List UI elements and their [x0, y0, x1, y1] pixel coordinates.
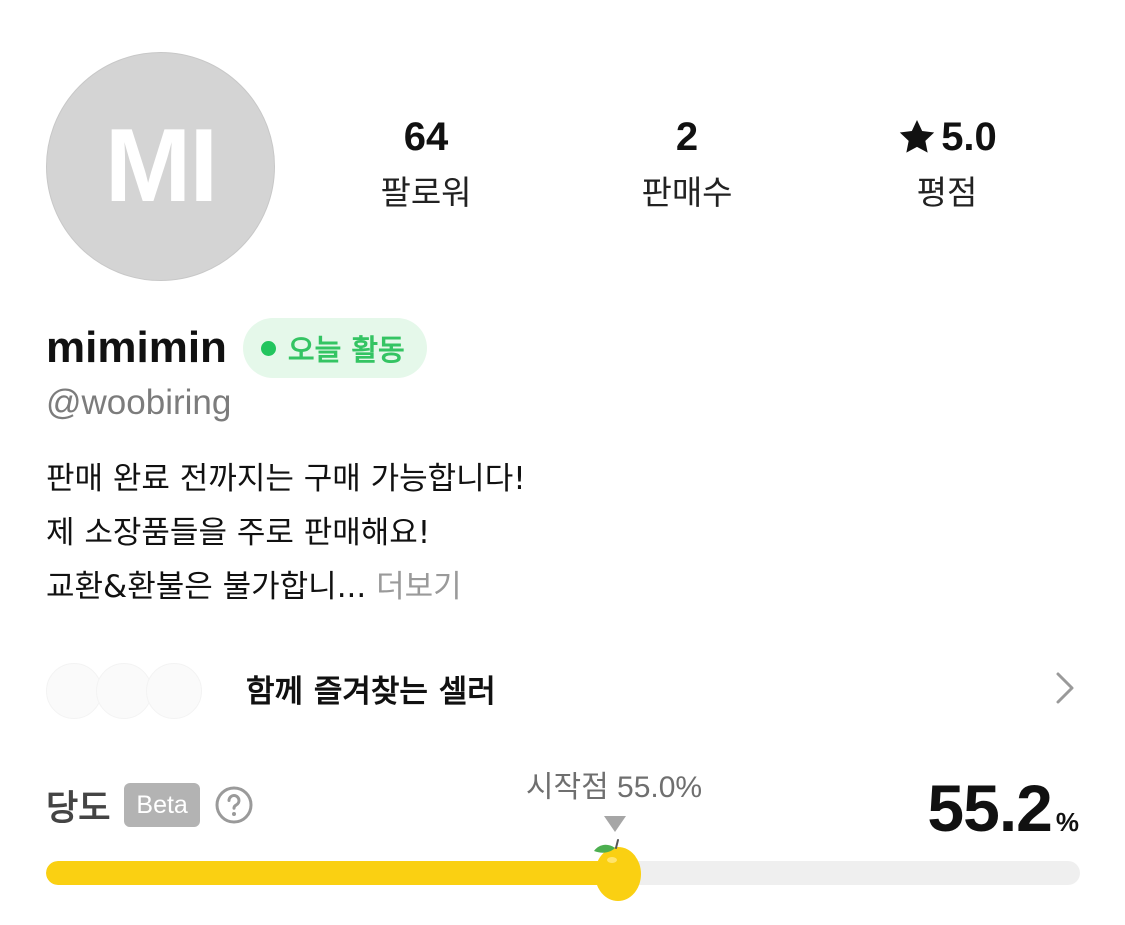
bio-line: 교환&환불은 불가합니... [46, 569, 367, 605]
seller-avatar [146, 663, 202, 719]
stat-followers[interactable]: 64 팔로워 [316, 112, 536, 214]
rating-label: 평점 [916, 173, 978, 212]
sugar-label-row: 당도 Beta [46, 780, 254, 830]
together-sellers-label: 함께 즐겨찾는 셀러 [246, 673, 496, 710]
followers-label: 팔로워 [380, 173, 472, 212]
followers-count: 64 [403, 115, 449, 159]
lemon-icon [593, 839, 641, 901]
active-today-badge: 오늘 활동 [242, 318, 427, 378]
avatar-initials: MI [104, 108, 219, 224]
sugar-unit: % [1055, 807, 1079, 837]
name-row: mimimin 오늘 활동 [46, 316, 427, 380]
beta-badge: Beta [124, 783, 200, 827]
rating-value: 5.0 [941, 115, 997, 159]
together-sellers-row[interactable]: 함께 즐겨찾는 셀러 [46, 648, 1080, 728]
chevron-right-icon [1056, 672, 1074, 704]
sugar-title: 당도 [46, 788, 111, 829]
bio: 판매 완료 전까지는 구매 가능합니다! 제 소장품들을 주로 판매해요! 교환… [46, 452, 526, 614]
active-badge-label: 오늘 활동 [287, 333, 405, 367]
stat-sales[interactable]: 2 판매수 [577, 112, 797, 214]
bio-more-link[interactable]: 더보기 [376, 569, 462, 605]
sugar-progress-fill [46, 861, 617, 885]
avatar[interactable]: MI [46, 52, 275, 281]
sugar-number: 55.2 [927, 771, 1052, 845]
sales-label: 판매수 [641, 173, 733, 212]
seller-avatars [46, 653, 216, 723]
username: mimimin [46, 323, 227, 372]
seller-avatar [46, 663, 102, 719]
beta-label: Beta [136, 790, 188, 819]
bio-line: 판매 완료 전까지는 구매 가능합니다! [46, 461, 526, 497]
start-point-marker-icon [603, 816, 626, 832]
sugar-value: 55.2 % [927, 770, 1079, 846]
sales-count: 2 [675, 115, 699, 159]
start-point-label: 시작점 55.0% [525, 771, 703, 804]
bio-line: 제 소장품들을 주로 판매해요! [46, 515, 431, 551]
sugar-progress-track [46, 861, 1080, 885]
rating-value-row: 5.0 [837, 112, 1057, 162]
star-icon [900, 120, 935, 153]
user-handle: @woobiring [46, 383, 232, 422]
help-circle-icon[interactable] [214, 785, 254, 825]
stat-rating[interactable]: 5.0 평점 [837, 112, 1057, 214]
bio-line-last: 교환&환불은 불가합니... 더보기 [46, 560, 526, 614]
seller-avatar [96, 663, 152, 719]
active-dot-icon [260, 340, 276, 356]
